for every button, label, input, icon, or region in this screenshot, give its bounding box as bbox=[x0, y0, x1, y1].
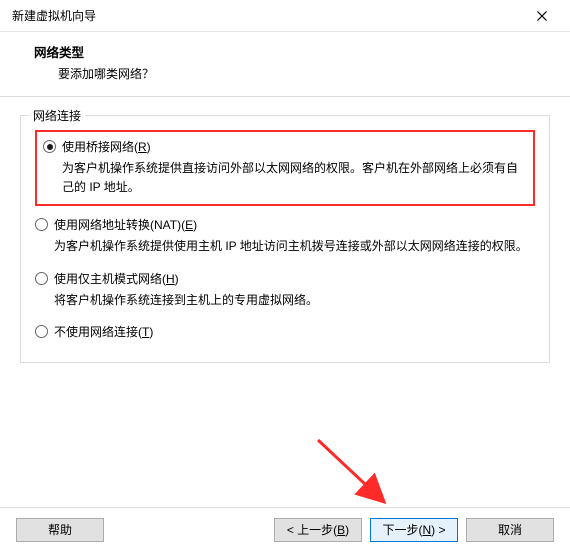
page-title: 网络类型 bbox=[34, 42, 550, 61]
next-button[interactable]: 下一步(N) > bbox=[370, 518, 458, 542]
option-nat-desc: 为客户机操作系统提供使用主机 IP 地址访问主机拨号连接或外部以太网网络连接的权… bbox=[54, 237, 535, 256]
option-nat-row[interactable]: 使用网络地址转换(NAT)(E) bbox=[35, 216, 535, 233]
option-none-row[interactable]: 不使用网络连接(T) bbox=[35, 323, 535, 340]
option-bridged: 使用桥接网络(R) 为客户机操作系统提供直接访问外部以太网网络的权限。客户机在外… bbox=[43, 138, 525, 196]
group-legend: 网络连接 bbox=[29, 107, 85, 124]
option-bridged-desc: 为客户机操作系统提供直接访问外部以太网网络的权限。客户机在外部网络上必须有自己的… bbox=[62, 159, 525, 196]
radio-nat[interactable] bbox=[35, 218, 48, 231]
option-none: 不使用网络连接(T) bbox=[35, 323, 535, 340]
window-title: 新建虚拟机向导 bbox=[12, 7, 522, 24]
radio-hostonly[interactable] bbox=[35, 272, 48, 285]
option-hostonly-label: 使用仅主机模式网络(H) bbox=[54, 270, 179, 287]
highlight-frame: 使用桥接网络(R) 为客户机操作系统提供直接访问外部以太网网络的权限。客户机在外… bbox=[35, 130, 535, 206]
option-bridged-label: 使用桥接网络(R) bbox=[62, 138, 151, 155]
help-button[interactable]: 帮助 bbox=[16, 518, 104, 542]
button-bar: 帮助 < 上一步(B) 下一步(N) > 取消 bbox=[0, 507, 570, 551]
option-nat: 使用网络地址转换(NAT)(E) 为客户机操作系统提供使用主机 IP 地址访问主… bbox=[35, 216, 535, 256]
close-icon bbox=[537, 11, 547, 21]
cancel-button[interactable]: 取消 bbox=[466, 518, 554, 542]
back-button[interactable]: < 上一步(B) bbox=[274, 518, 362, 542]
close-button[interactable] bbox=[522, 2, 562, 30]
option-hostonly-desc: 将客户机操作系统连接到主机上的专用虚拟网络。 bbox=[54, 291, 535, 310]
option-hostonly-row[interactable]: 使用仅主机模式网络(H) bbox=[35, 270, 535, 287]
network-connection-group: 网络连接 使用桥接网络(R) 为客户机操作系统提供直接访问外部以太网网络的权限。… bbox=[20, 115, 550, 363]
content-area: 网络连接 使用桥接网络(R) 为客户机操作系统提供直接访问外部以太网网络的权限。… bbox=[0, 97, 570, 371]
wizard-header: 网络类型 要添加哪类网络？ bbox=[0, 32, 570, 96]
titlebar: 新建虚拟机向导 bbox=[0, 0, 570, 32]
option-none-label: 不使用网络连接(T) bbox=[54, 323, 153, 340]
page-subtitle: 要添加哪类网络？ bbox=[58, 65, 550, 82]
radio-bridged[interactable] bbox=[43, 140, 56, 153]
option-bridged-row[interactable]: 使用桥接网络(R) bbox=[43, 138, 525, 155]
option-hostonly: 使用仅主机模式网络(H) 将客户机操作系统连接到主机上的专用虚拟网络。 bbox=[35, 270, 535, 310]
annotation-arrow-icon bbox=[310, 434, 400, 514]
radio-none[interactable] bbox=[35, 325, 48, 338]
option-nat-label: 使用网络地址转换(NAT)(E) bbox=[54, 216, 197, 233]
